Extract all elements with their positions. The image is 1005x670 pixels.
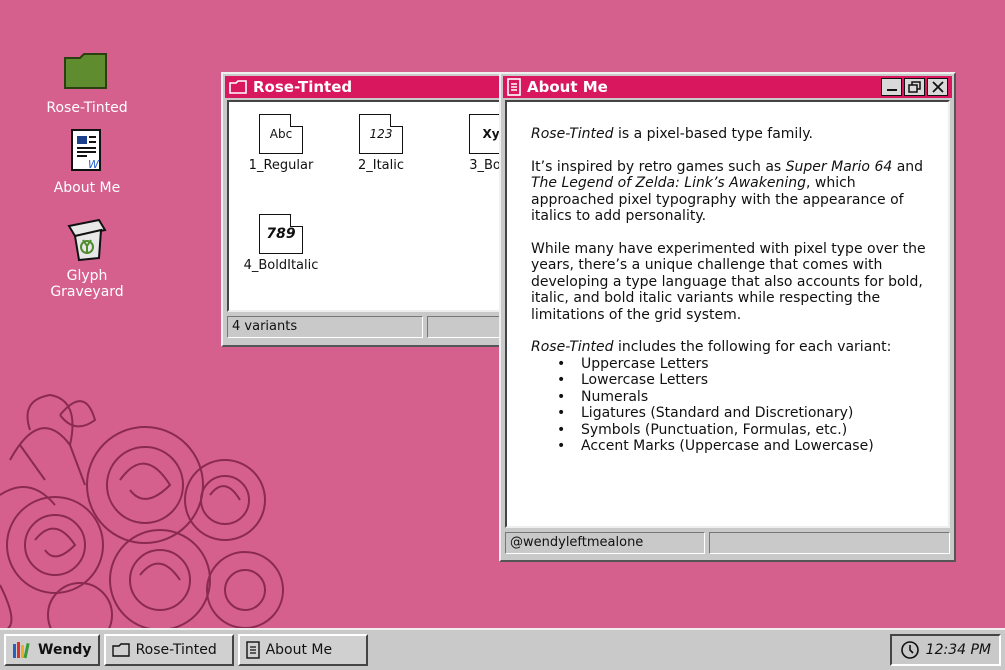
window-title: Rose-Tinted bbox=[253, 78, 353, 96]
list-item: Uppercase Letters bbox=[557, 356, 926, 373]
status-handle: @wendyleftmealone bbox=[505, 532, 705, 554]
start-button[interactable]: Wendy bbox=[4, 634, 100, 666]
start-label: Wendy bbox=[38, 642, 92, 658]
svg-text:W: W bbox=[88, 158, 100, 171]
minimize-icon bbox=[886, 89, 897, 91]
window-title: About Me bbox=[527, 78, 608, 96]
list-item: Symbols (Punctuation, Formulas, etc.) bbox=[557, 422, 926, 439]
file-item-italic[interactable]: 123 2_Italic bbox=[341, 114, 421, 173]
file-name: 2_Italic bbox=[357, 158, 405, 173]
file-item-regular[interactable]: Abc 1_Regular bbox=[241, 114, 321, 173]
font-file-icon: Abc bbox=[259, 114, 303, 154]
bookshelf-icon bbox=[13, 642, 30, 659]
taskbar: Wendy Rose-Tinted About Me 12:34 PM bbox=[0, 628, 1005, 670]
desktop-icon-label: Glyph Graveyard bbox=[50, 268, 124, 300]
task-label: Rose-Tinted bbox=[135, 642, 217, 658]
task-rose-tinted[interactable]: Rose-Tinted bbox=[103, 634, 234, 666]
files-window-titlebar[interactable]: Rose-Tinted bbox=[225, 76, 507, 98]
desktop-icon-glyph-graveyard[interactable]: Glyph Graveyard bbox=[42, 216, 132, 300]
files-pane: Abc 1_Regular 123 2_Italic Xy 3_Bold 789… bbox=[227, 100, 505, 312]
notepad-icon bbox=[507, 78, 521, 96]
list-item: Numerals bbox=[557, 389, 926, 406]
file-name: 4_BoldItalic bbox=[243, 258, 319, 273]
files-statusbar: 4 variants bbox=[227, 316, 505, 338]
about-window: About Me Rose-Tinted is a pixel-based ty… bbox=[499, 72, 956, 562]
desktop-icon-label: About Me bbox=[53, 180, 121, 196]
file-item-bold[interactable]: Xy 3_Bold bbox=[451, 114, 503, 173]
status-empty bbox=[709, 532, 950, 554]
file-preview: 123 bbox=[369, 127, 393, 141]
paragraph-inspiration: It’s inspired by retro games such as Sup… bbox=[531, 159, 926, 225]
file-preview: Abc bbox=[269, 127, 293, 141]
about-statusbar: @wendyleftmealone bbox=[505, 532, 950, 554]
desktop-icon-about-me[interactable]: W About Me bbox=[42, 128, 132, 196]
restore-icon bbox=[907, 81, 921, 93]
roses-illustration bbox=[0, 393, 284, 630]
game-title: Super Mario 64 bbox=[785, 158, 893, 175]
includes-text: includes the following for each variant: bbox=[613, 339, 892, 355]
desktop-icon-label: Rose-Tinted bbox=[46, 100, 128, 116]
recycle-bin-icon bbox=[62, 216, 112, 266]
close-icon bbox=[931, 81, 944, 93]
status-empty bbox=[427, 316, 505, 338]
paragraph-includes: Rose-Tinted includes the following for e… bbox=[531, 339, 926, 356]
desktop-icon-rose-tinted[interactable]: Rose-Tinted bbox=[42, 48, 132, 116]
paragraph-challenge: While many have experimented with pixel … bbox=[531, 240, 926, 323]
inspiration-text: It’s inspired by retro games such as bbox=[531, 158, 786, 175]
clock-time: 12:34 PM bbox=[925, 642, 991, 658]
clock-icon bbox=[900, 641, 919, 659]
about-window-titlebar[interactable]: About Me bbox=[503, 76, 952, 98]
family-name: Rose-Tinted bbox=[531, 126, 614, 142]
files-window: Rose-Tinted Abc 1_Regular 123 2_Italic X… bbox=[221, 72, 511, 347]
folder-outline-icon bbox=[229, 80, 247, 94]
list-item: Accent Marks (Uppercase and Lowercase) bbox=[557, 438, 926, 455]
features-list: Uppercase Letters Lowercase Letters Nume… bbox=[531, 356, 926, 455]
notepad-icon bbox=[245, 641, 260, 659]
list-item: Ligatures (Standard and Discretionary) bbox=[557, 405, 926, 422]
family-name: Rose-Tinted bbox=[531, 339, 614, 355]
document-icon: W bbox=[62, 128, 112, 178]
close-button[interactable] bbox=[927, 78, 948, 96]
font-file-icon: 123 bbox=[359, 114, 403, 154]
clock[interactable]: 12:34 PM bbox=[889, 634, 1001, 666]
game-title: The Legend of Zelda: Link’s Awakening bbox=[531, 175, 806, 191]
folder-icon bbox=[62, 48, 112, 98]
folder-outline-icon bbox=[111, 643, 130, 657]
file-preview: Xy bbox=[482, 127, 500, 141]
intro-text: is a pixel-based type family. bbox=[613, 126, 813, 142]
about-text: Rose-Tinted is a pixel-based type family… bbox=[507, 102, 948, 455]
file-name: 1_Regular bbox=[248, 158, 314, 173]
paragraph-intro: Rose-Tinted is a pixel-based type family… bbox=[531, 126, 926, 143]
status-text: 4 variants bbox=[227, 316, 423, 338]
file-preview: 789 bbox=[266, 226, 296, 242]
window-controls bbox=[881, 78, 948, 96]
minimize-button[interactable] bbox=[881, 78, 902, 96]
task-about-me[interactable]: About Me bbox=[237, 634, 368, 666]
maximize-button[interactable] bbox=[904, 78, 925, 96]
font-file-icon: 789 bbox=[259, 214, 303, 254]
list-item: Lowercase Letters bbox=[557, 372, 926, 389]
task-label: About Me bbox=[265, 642, 333, 658]
file-item-bold-italic[interactable]: 789 4_BoldItalic bbox=[241, 214, 321, 273]
about-text-pane: Rose-Tinted is a pixel-based type family… bbox=[505, 100, 950, 528]
inspiration-text: and bbox=[892, 158, 924, 175]
